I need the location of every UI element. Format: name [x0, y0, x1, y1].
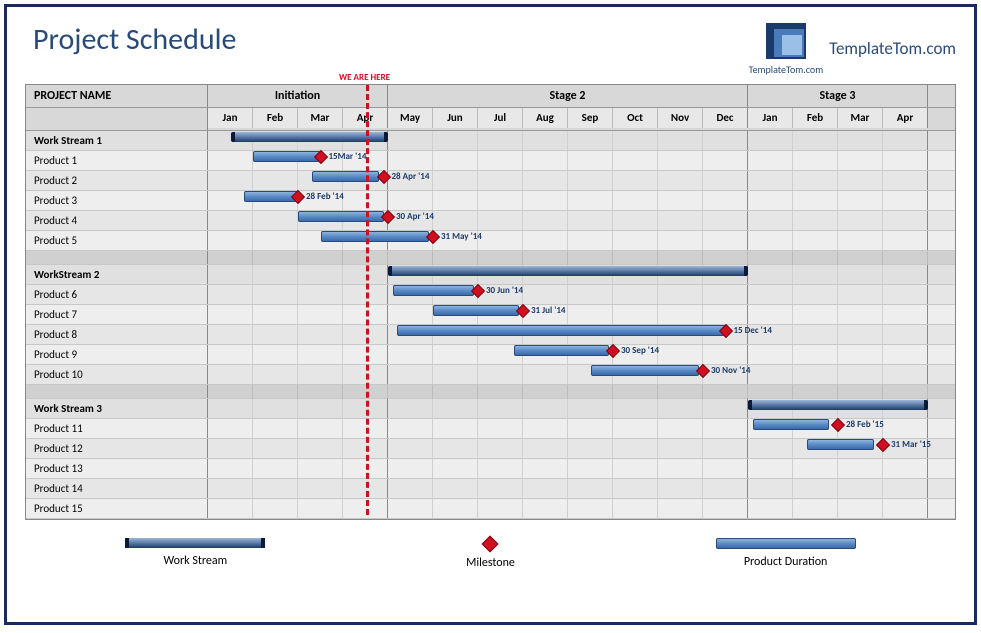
- month-header: Mar: [838, 108, 883, 128]
- product-row: Product 6: [26, 285, 955, 305]
- brand-small-text: TemplateTom.com: [749, 63, 824, 76]
- month-header: Oct: [613, 108, 658, 128]
- gantt-chart: PROJECT NAME InitiationStage 2Stage 3 Ja…: [25, 84, 956, 520]
- product-name: Product 6: [26, 285, 208, 304]
- product-row: Product 10: [26, 365, 955, 385]
- legend-workstream: Work Stream: [125, 538, 265, 570]
- month-header: Apr: [883, 108, 928, 128]
- legend-milestone-icon: [482, 536, 499, 553]
- we-are-here-line: [366, 85, 369, 515]
- gap: [26, 251, 208, 264]
- stream-name: Work Stream 3: [26, 399, 208, 418]
- group-header: Initiation: [208, 85, 388, 107]
- legend-product: Product Duration: [716, 538, 856, 570]
- document-frame: Project Schedule TemplateTom.com Templat…: [4, 4, 977, 625]
- month-header: Nov: [658, 108, 703, 128]
- month-header: Feb: [793, 108, 838, 128]
- product-row: Product 11: [26, 419, 955, 439]
- legend-workstream-icon: [125, 538, 265, 548]
- month-header: Mar: [298, 108, 343, 128]
- month-header: Jun: [433, 108, 478, 128]
- month-header: Jul: [478, 108, 523, 128]
- month-header: Jan: [208, 108, 253, 128]
- product-name: Product 4: [26, 211, 208, 230]
- brand: TemplateTom.com TemplateTom.com: [749, 21, 956, 76]
- month-header: Feb: [253, 108, 298, 128]
- gap-row: [26, 251, 955, 265]
- stream-row: Work Stream 1: [26, 131, 955, 151]
- brand-large-text: TemplateTom.com: [829, 38, 956, 59]
- header-groups-row: PROJECT NAME InitiationStage 2Stage 3: [26, 85, 955, 108]
- month-header: Jan: [748, 108, 793, 128]
- product-name: Product 9: [26, 345, 208, 364]
- stream-row: WorkStream 2: [26, 265, 955, 285]
- product-row: Product 8: [26, 325, 955, 345]
- month-header: Sep: [568, 108, 613, 128]
- stream-name: WorkStream 2: [26, 265, 208, 284]
- product-name: Product 7: [26, 305, 208, 324]
- product-row: Product 1: [26, 151, 955, 171]
- product-row: Product 12: [26, 439, 955, 459]
- product-name: Product 12: [26, 439, 208, 458]
- legend: Work Stream Milestone Product Duration: [25, 538, 956, 570]
- group-header: Stage 2: [388, 85, 748, 107]
- stream-row: Work Stream 3: [26, 399, 955, 419]
- product-row: Product 14: [26, 479, 955, 499]
- product-name: Product 15: [26, 499, 208, 518]
- product-name: Product 5: [26, 231, 208, 250]
- product-row: Product 4: [26, 211, 955, 231]
- product-row: Product 2: [26, 171, 955, 191]
- gap-row: [26, 385, 955, 399]
- month-header: May: [388, 108, 433, 128]
- stream-name: Work Stream 1: [26, 131, 208, 150]
- product-name: Product 11: [26, 419, 208, 438]
- product-name: Product 3: [26, 191, 208, 210]
- group-header: Stage 3: [748, 85, 928, 107]
- product-row: Product 5: [26, 231, 955, 251]
- product-row: Product 13: [26, 459, 955, 479]
- header-months-row: JanFebMarAprMayJunJulAugSepOctNovDecJanF…: [26, 108, 955, 131]
- product-name: Product 13: [26, 459, 208, 478]
- we-are-here-label: WE ARE HERE: [339, 72, 390, 83]
- gantt-rows: Work Stream 1Product 1Product 2Product 3…: [26, 131, 955, 519]
- month-header: Aug: [523, 108, 568, 128]
- product-name: Product 2: [26, 171, 208, 190]
- product-name: Product 1: [26, 151, 208, 170]
- legend-milestone: Milestone: [466, 538, 515, 570]
- legend-product-icon: [716, 538, 856, 549]
- product-row: Product 7: [26, 305, 955, 325]
- product-name: Product 14: [26, 479, 208, 498]
- product-row: Product 3: [26, 191, 955, 211]
- month-header: Dec: [703, 108, 748, 128]
- product-row: Product 15: [26, 499, 955, 519]
- product-name: Product 10: [26, 365, 208, 384]
- project-name-header: PROJECT NAME: [26, 85, 208, 107]
- product-name: Product 8: [26, 325, 208, 344]
- product-row: Product 9: [26, 345, 955, 365]
- header: Project Schedule TemplateTom.com Templat…: [25, 21, 956, 76]
- page-title: Project Schedule: [33, 21, 236, 58]
- gap: [26, 385, 208, 398]
- brand-logo-icon: [764, 21, 808, 61]
